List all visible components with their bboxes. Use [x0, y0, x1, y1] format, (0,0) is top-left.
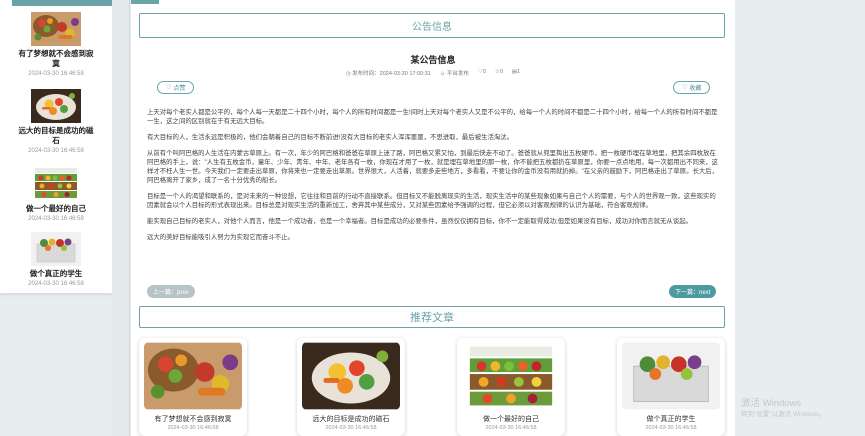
notice-section-title: 公告信息 [412, 22, 452, 33]
sidebar-item-time: 2024-03-30 16:46:58 [28, 216, 84, 222]
notice-section-header: 公告信息 [139, 13, 725, 38]
recommend-card-3[interactable]: 做一个最好的自己 2024-03-30 16:46:58 [457, 338, 565, 436]
sidebar-item-time: 2024-03-30 16:46:58 [28, 148, 84, 154]
sidebar-top-accent [12, 0, 112, 6]
favorite-count-text: 0 [499, 69, 503, 75]
card-time: 2024-03-30 16:46:58 [167, 425, 219, 431]
article-paragraph: 从前有个叫阿巴格的人生活在内蒙古草原上。有一次，年少的阿巴格和爸爸在草原上迷了路… [147, 150, 719, 184]
card-title[interactable]: 远大的目标是成功的磁石 [297, 414, 405, 424]
sidebar-item-2[interactable]: 远大的目标是成功的磁石 2024-03-30 16:46:58 [0, 89, 112, 154]
vegetable-bowl-image[interactable] [18, 89, 94, 123]
windows-activation-hint: 转到"设置"以激活 Windows。 [741, 411, 826, 418]
sidebar-item-4[interactable]: 做个真正的学生 2024-03-30 16:46:58 [0, 232, 112, 287]
gutter [112, 0, 129, 436]
card-title[interactable]: 做个真正的学生 [617, 414, 725, 424]
vegetable-bowl-image[interactable] [302, 342, 400, 410]
article-paragraph: 上天对每个老实人都是公平的，每个人每一天都是二十四个小时，每个人的所有时间都是一… [147, 109, 718, 125]
user-icon: ☺ [439, 71, 446, 77]
card-time: 2024-03-30 16:46:58 [485, 425, 537, 431]
sidebar-item-time: 2024-03-30 16:46:58 [28, 281, 84, 287]
vegetable-basket-image[interactable] [144, 342, 242, 410]
fruit-box-image[interactable] [622, 342, 720, 410]
article-title: 某公告信息 [410, 55, 456, 65]
fruit-box-image[interactable] [18, 232, 94, 266]
recommend-card-1[interactable]: 有了梦想就不会感到寂寞 2024-03-30 16:46:58 [139, 338, 247, 436]
vegetable-basket-image[interactable] [18, 12, 94, 46]
article-paragraph: 有大目标的人，生活永远是积极的，他们会朝着自己的目标不断前进!没有大目标的老实人… [147, 134, 514, 141]
prev-button[interactable]: 上一篇：prev [147, 285, 195, 298]
sidebar-item-time: 2024-03-30 16:46:58 [28, 71, 84, 77]
sidebar-item-title[interactable]: 做一个最好的自己 [0, 204, 112, 214]
card-time: 2024-03-30 16:46:58 [325, 425, 377, 431]
like-button-label: 点赞 [173, 86, 186, 92]
sidebar-item-title[interactable]: 远大的目标是成功的磁石 [0, 126, 112, 146]
produce-market-image[interactable] [18, 166, 94, 200]
card-time: 2024-03-30 16:46:58 [645, 425, 697, 431]
publish-time-text: 发布时间：2024-03-30 17:00:31 [352, 71, 431, 77]
clock-icon: ◷ [345, 71, 351, 77]
publisher: ☺ 平台发布 [440, 69, 469, 77]
sidebar: 有了梦想就不会感到寂寞 2024-03-30 16:46:58 远大的目标是成功… [0, 0, 112, 293]
publish-time: ◷ 发布时间：2024-03-30 17:00:31 [346, 69, 431, 77]
publisher-text: 平台发布 [446, 71, 469, 77]
collect-button-label: 收藏 [689, 86, 702, 92]
heart-icon: ♡ [682, 85, 688, 91]
view-count-text: 1 [517, 69, 521, 75]
recommend-section-title: 推荐文章 [410, 312, 454, 324]
collect-button[interactable]: ♡ 收藏 [673, 81, 711, 94]
favorite-count: ☆0 [495, 69, 503, 77]
next-button[interactable]: 下一篇：next [669, 285, 717, 298]
card-title[interactable]: 有了梦想就不会感到寂寞 [139, 414, 247, 424]
article-paragraph: 能实现自己目标的老实人，对他个人而言，他是一个成功者，也是一个幸福者。目标是成功… [147, 218, 692, 225]
main-panel: 公告信息 某公告信息 ◷ 发布时间：2024-03-30 17:00:31 ☺ … [131, 0, 735, 436]
main-top-accent [131, 0, 159, 4]
recommend-card-2[interactable]: 远大的目标是成功的磁石 2024-03-30 16:46:58 [297, 338, 405, 436]
like-count-text: 0 [482, 69, 486, 75]
view-count: ▤1 [512, 69, 520, 77]
recommend-card-4[interactable]: 做个真正的学生 2024-03-30 16:46:58 [617, 338, 725, 436]
article-paragraph: 目标是一个人的渴望和联系的，是对未来的一种设想，它往往和目前的行动不直接联系。但… [147, 193, 716, 209]
sidebar-item-title[interactable]: 有了梦想就不会感到寂寞 [0, 49, 112, 69]
windows-activation-watermark: 激活 Windows [741, 398, 802, 409]
article-meta: ◷ 发布时间：2024-03-30 17:00:31 ☺ 平台发布 ♡0 ☆0 … [131, 69, 735, 77]
card-title[interactable]: 做一个最好的自己 [457, 414, 565, 424]
article-content: 上天对每个老实人都是公平的，每个人每一天都是二十四个小时，每个人的所有时间都是一… [147, 108, 719, 249]
like-button[interactable]: ♡ 点赞 [157, 81, 195, 94]
article-paragraph: 远大的美好目标能吸引人努力为实现它而奋斗不止。 [147, 234, 294, 241]
sidebar-item-3[interactable]: 做一个最好的自己 2024-03-30 16:46:58 [0, 166, 112, 222]
thumb-up-icon: ♡ [166, 85, 172, 91]
sidebar-item-1[interactable]: 有了梦想就不会感到寂寞 2024-03-30 16:46:58 [0, 12, 112, 77]
like-count: ♡0 [478, 69, 486, 77]
recommend-section-header: 推荐文章 [139, 306, 725, 328]
produce-market-image[interactable] [462, 342, 560, 410]
divider [129, 0, 130, 436]
sidebar-item-title[interactable]: 做个真正的学生 [0, 269, 112, 279]
